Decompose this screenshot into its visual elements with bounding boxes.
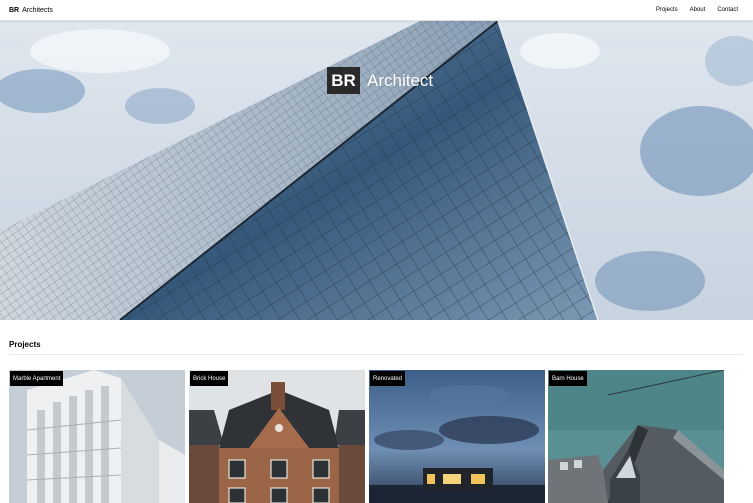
brand-logo[interactable]: BR Architects (9, 6, 53, 15)
nav-link-contact[interactable]: Contact (717, 6, 738, 15)
brand-name: Architects (22, 7, 53, 14)
nav-link-about[interactable]: About (690, 6, 706, 15)
project-card-renovated[interactable]: Renovated (369, 370, 545, 503)
section-divider (9, 354, 743, 355)
project-card-brick-house[interactable]: Brick House (189, 370, 365, 503)
project-card-label: Brick House (190, 371, 229, 386)
projects-heading: Projects (9, 340, 41, 349)
project-image-marble-apartment (9, 370, 185, 503)
project-card-marble-apartment[interactable]: Marble Apartment (9, 370, 185, 503)
hero-building-image (0, 21, 753, 320)
project-card-label: Renovated (370, 371, 406, 386)
hero-title: BR Architect (327, 67, 433, 94)
project-card-label: Marble Apartment (10, 371, 64, 386)
project-image-barn-house (548, 370, 724, 503)
top-navbar: BR Architects Projects About Contact (0, 0, 753, 21)
hero-logo-badge: BR (327, 67, 360, 94)
project-card-label: Barn House (549, 371, 587, 386)
nav-link-projects[interactable]: Projects (656, 6, 678, 15)
brand-initials: BR (9, 7, 20, 14)
project-image-renovated (369, 370, 545, 503)
hero-title-text: Architect (367, 70, 434, 90)
hero-banner: BR Architect (0, 21, 753, 320)
project-image-brick-house (189, 370, 365, 503)
project-card-barn-house[interactable]: Barn House (548, 370, 724, 503)
main-nav: Projects About Contact (656, 6, 738, 15)
